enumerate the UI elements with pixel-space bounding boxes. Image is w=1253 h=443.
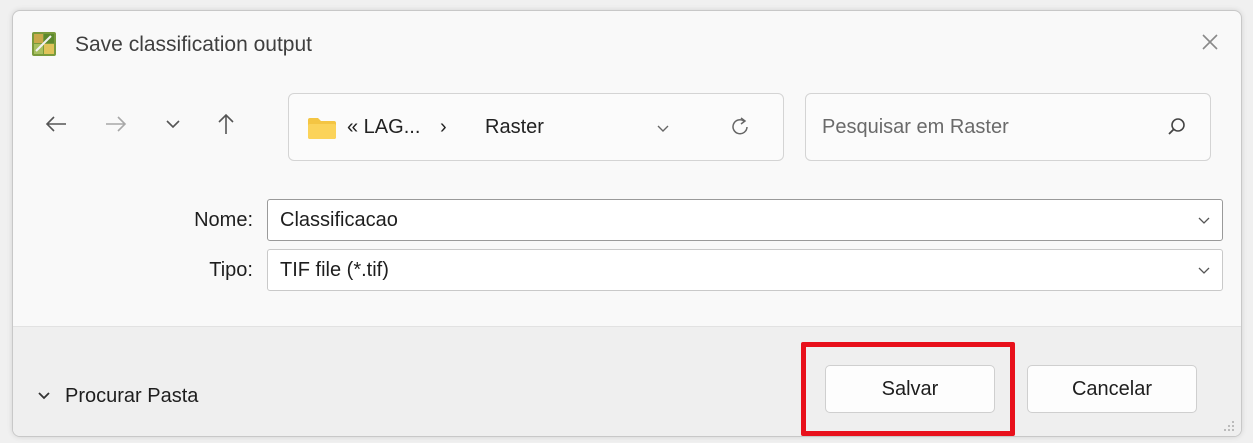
up-folder-button[interactable] (209, 107, 243, 141)
breadcrumb-separator: › (439, 116, 447, 138)
dialog-footer: Procurar Pasta Salvar Cancelar (13, 326, 1241, 436)
browse-folders-toggle[interactable]: Procurar Pasta (37, 385, 198, 408)
address-bar[interactable]: « LAG... › Raster (288, 93, 784, 161)
close-icon[interactable] (1195, 27, 1225, 57)
arrow-right-icon (105, 115, 127, 133)
forward-button[interactable] (99, 107, 133, 141)
search-icon (1166, 116, 1188, 138)
search-input[interactable]: Pesquisar em Raster (822, 116, 1009, 139)
arrow-left-icon (45, 115, 67, 133)
breadcrumb-parent[interactable]: « LAG... › (347, 116, 447, 139)
recent-locations-button[interactable] (156, 107, 190, 141)
browse-folders-label: Procurar Pasta (65, 385, 199, 407)
save-button[interactable]: Salvar (825, 365, 995, 413)
filename-value[interactable]: Classificacao (280, 209, 398, 232)
refresh-icon[interactable] (727, 114, 753, 140)
navigation-row: « LAG... › Raster Pesquisar em Raster (13, 89, 1241, 161)
back-button[interactable] (39, 107, 73, 141)
name-label: Nome: (194, 209, 253, 231)
chevron-down-icon (37, 388, 51, 406)
filename-field[interactable]: Classificacao (267, 199, 1223, 241)
file-type-dropdown-icon[interactable] (1194, 260, 1214, 280)
filename-dropdown-icon[interactable] (1194, 210, 1214, 230)
folder-icon (307, 116, 337, 140)
title-bar: Save classification output (13, 11, 1241, 81)
qgis-app-icon (31, 31, 57, 57)
file-type-select[interactable]: TIF file (*.tif) (267, 249, 1223, 291)
type-label: Tipo: (209, 259, 253, 281)
breadcrumb-parent-label: « LAG... (347, 116, 421, 138)
resize-grip-icon[interactable] (1223, 419, 1235, 431)
chevron-down-icon (165, 119, 181, 129)
window-title: Save classification output (75, 33, 312, 56)
cancel-button[interactable]: Cancelar (1027, 365, 1197, 413)
arrow-up-icon (217, 113, 235, 135)
search-box[interactable]: Pesquisar em Raster (805, 93, 1211, 161)
breadcrumb-current[interactable]: Raster (485, 116, 544, 139)
address-dropdown-icon[interactable] (651, 116, 675, 140)
save-dialog: Save classification output « LAG... › Ra… (12, 10, 1242, 437)
file-type-value: TIF file (*.tif) (280, 259, 389, 281)
